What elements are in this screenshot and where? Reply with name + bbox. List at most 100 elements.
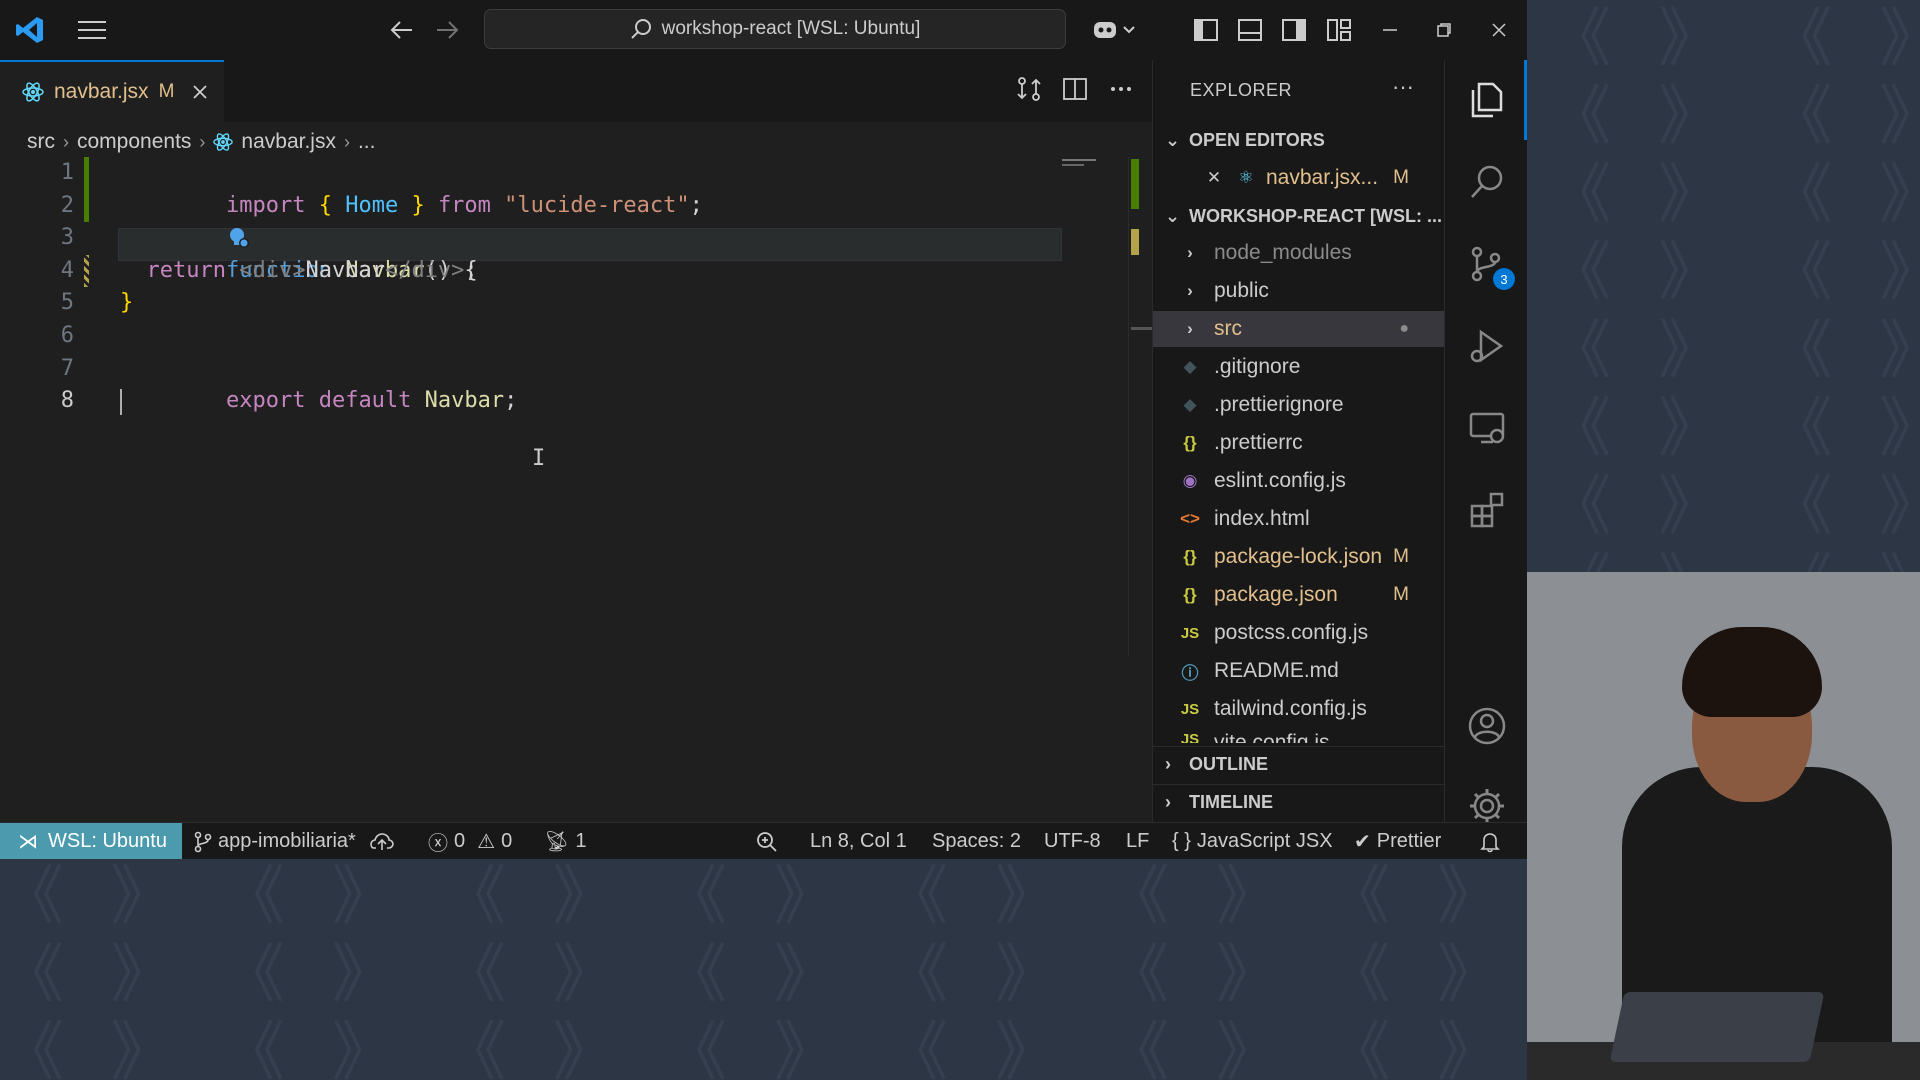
tree-item-gitignore[interactable]: ◆ .gitignore <box>1153 349 1445 385</box>
code-editor[interactable]: 1 import { Home } from "lucide-react"; 2… <box>0 157 1128 418</box>
tree-item-tailwind-config[interactable]: JS tailwind.config.js <box>1153 691 1445 727</box>
webcam-video <box>1527 572 1920 1080</box>
toggle-primary-sidebar-icon[interactable] <box>1190 14 1222 46</box>
chevron-down-icon: ⌄ <box>1165 129 1181 150</box>
explorer-icon[interactable] <box>1445 68 1527 132</box>
tab-navbar-jsx[interactable]: navbar.jsx M <box>0 60 224 122</box>
tree-item-label: .prettierrc <box>1214 431 1303 454</box>
menu-icon[interactable] <box>76 14 108 46</box>
tree-item-src[interactable]: › src ● <box>1153 311 1445 347</box>
close-window-icon[interactable] <box>1483 14 1515 46</box>
code-token: } <box>120 290 134 316</box>
open-editor-label: navbar.jsx... <box>1266 166 1379 189</box>
close-icon[interactable]: ✕ <box>1203 168 1225 188</box>
breadcrumb-item-components[interactable]: components <box>77 130 191 154</box>
minimize-icon[interactable] <box>1374 14 1406 46</box>
error-icon: ⓧ <box>428 833 448 855</box>
toggle-secondary-sidebar-icon[interactable] <box>1278 14 1310 46</box>
tree-item-node-modules[interactable]: › node_modules <box>1153 235 1445 271</box>
restore-icon[interactable] <box>1428 14 1460 46</box>
copilot-icon[interactable] <box>1086 14 1142 46</box>
section-timeline[interactable]: › TIMELINE <box>1153 784 1445 820</box>
minimap[interactable] <box>1062 157 1096 169</box>
more-actions-icon[interactable] <box>1108 76 1134 102</box>
tree-item-vite-config[interactable]: JS vite.config.js <box>1153 729 1445 743</box>
open-changes-icon[interactable] <box>1016 76 1042 102</box>
modified-dot: ● <box>1399 320 1409 337</box>
problems-status[interactable]: ⓧ 0 ⚠ 0 <box>428 823 512 859</box>
code-token: </div> <box>384 257 465 283</box>
title-bar: workshop-react [WSL: Ubuntu] <box>0 0 1527 60</box>
command-center-search[interactable]: workshop-react [WSL: Ubuntu] <box>484 9 1066 49</box>
open-editor-item[interactable]: ✕ ⚛ navbar.jsx... M <box>1153 160 1445 196</box>
toggle-panel-icon[interactable] <box>1234 14 1266 46</box>
line-number: 8 <box>60 388 74 414</box>
tree-item-label: src <box>1214 317 1242 340</box>
presenter-hair <box>1682 627 1822 717</box>
tree-item-prettierrc[interactable]: {} .prettierrc <box>1153 425 1445 461</box>
eol-status[interactable]: LF <box>1126 823 1149 859</box>
remote-explorer-icon[interactable] <box>1445 396 1527 460</box>
tab-close-icon[interactable] <box>192 84 208 100</box>
section-label: OUTLINE <box>1189 754 1268 774</box>
tree-item-eslint-config[interactable]: ◉ eslint.config.js <box>1153 463 1445 499</box>
line-number: 5 <box>60 290 74 316</box>
language-mode[interactable]: { } JavaScript JSX <box>1172 823 1333 859</box>
tree-item-public[interactable]: › public <box>1153 273 1445 309</box>
tree-item-readme[interactable]: ⓘ README.md <box>1153 653 1445 689</box>
git-branch-icon <box>194 831 212 852</box>
tree-item-package-json[interactable]: {} package.json M <box>1153 577 1445 613</box>
source-control-icon[interactable] <box>1445 232 1527 296</box>
forward-arrow-icon[interactable] <box>431 14 463 46</box>
tree-item-postcss-config[interactable]: JS postcss.config.js <box>1153 615 1445 651</box>
tab-modified-flag: M <box>158 81 175 102</box>
prettier-status[interactable]: ✔ Prettier <box>1354 823 1441 859</box>
search-icon <box>630 19 651 39</box>
explorer-more-icon[interactable]: ··· <box>1392 74 1414 100</box>
code-line: 3 function Navbar() { <box>0 222 1128 283</box>
tree-item-label: public <box>1214 279 1269 302</box>
extensions-icon[interactable] <box>1445 478 1527 542</box>
search-icon[interactable] <box>1445 150 1527 214</box>
remote-indicator[interactable]: ⋊ WSL: Ubuntu <box>0 823 182 859</box>
breadcrumb-item-file[interactable]: navbar.jsx <box>241 130 336 154</box>
code-line: 6 <box>0 320 1128 353</box>
search-text: workshop-react [WSL: Ubuntu] <box>661 18 921 39</box>
json-file-icon: {} <box>1183 547 1197 566</box>
editor-tab-bar: navbar.jsx M <box>0 60 1152 122</box>
ports-status[interactable]: 📡︎ 1 <box>544 823 587 859</box>
tree-item-label: node_modules <box>1214 241 1352 264</box>
tree-item-package-lock[interactable]: {} package-lock.json M <box>1153 539 1445 575</box>
remote-icon: ⋊ <box>18 831 38 853</box>
react-file-icon <box>22 82 44 102</box>
section-outline[interactable]: › OUTLINE <box>1153 746 1445 782</box>
cloud-upload-icon[interactable] <box>370 832 394 852</box>
indentation-status[interactable]: Spaces: 2 <box>932 823 1021 859</box>
tree-item-index-html[interactable]: <> index.html <box>1153 501 1445 537</box>
back-arrow-icon[interactable] <box>386 14 418 46</box>
code-token: ; <box>464 257 478 283</box>
tree-item-label: eslint.config.js <box>1214 469 1346 492</box>
explorer-sidebar: EXPLORER ··· ⌄ OPEN EDITORS ✕ ⚛ navbar.j… <box>1152 60 1445 822</box>
tree-item-label: package-lock.json <box>1214 545 1383 568</box>
git-branch-status[interactable]: app-imobiliaria* <box>194 823 394 859</box>
accounts-icon[interactable] <box>1445 694 1527 758</box>
run-debug-icon[interactable] <box>1445 314 1527 378</box>
code-line: 7 export default Navbar; <box>0 353 1128 414</box>
error-count: 0 <box>454 830 466 852</box>
section-workspace[interactable]: ⌄ WORKSHOP-REACT [WSL: ... <box>1153 198 1445 234</box>
breadcrumb-item-src[interactable]: src <box>27 130 55 154</box>
js-file-icon: JS <box>1180 731 1200 743</box>
editor-scrollbar[interactable] <box>1128 157 1153 657</box>
zoom-icon[interactable] <box>756 823 778 859</box>
customize-layout-icon[interactable] <box>1323 14 1355 46</box>
cursor-position[interactable]: Ln 8, Col 1 <box>810 823 907 859</box>
encoding-status[interactable]: UTF-8 <box>1044 823 1101 859</box>
git-file-icon: ◆ <box>1183 357 1197 376</box>
notifications-bell-icon[interactable] <box>1480 823 1500 859</box>
split-editor-icon[interactable] <box>1062 76 1088 102</box>
breadcrumb-item-symbol[interactable]: ... <box>358 130 376 154</box>
tree-item-prettierignore[interactable]: ◆ .prettierignore <box>1153 387 1445 423</box>
section-open-editors[interactable]: ⌄ OPEN EDITORS <box>1153 122 1445 158</box>
tree-item-label: index.html <box>1214 507 1310 530</box>
